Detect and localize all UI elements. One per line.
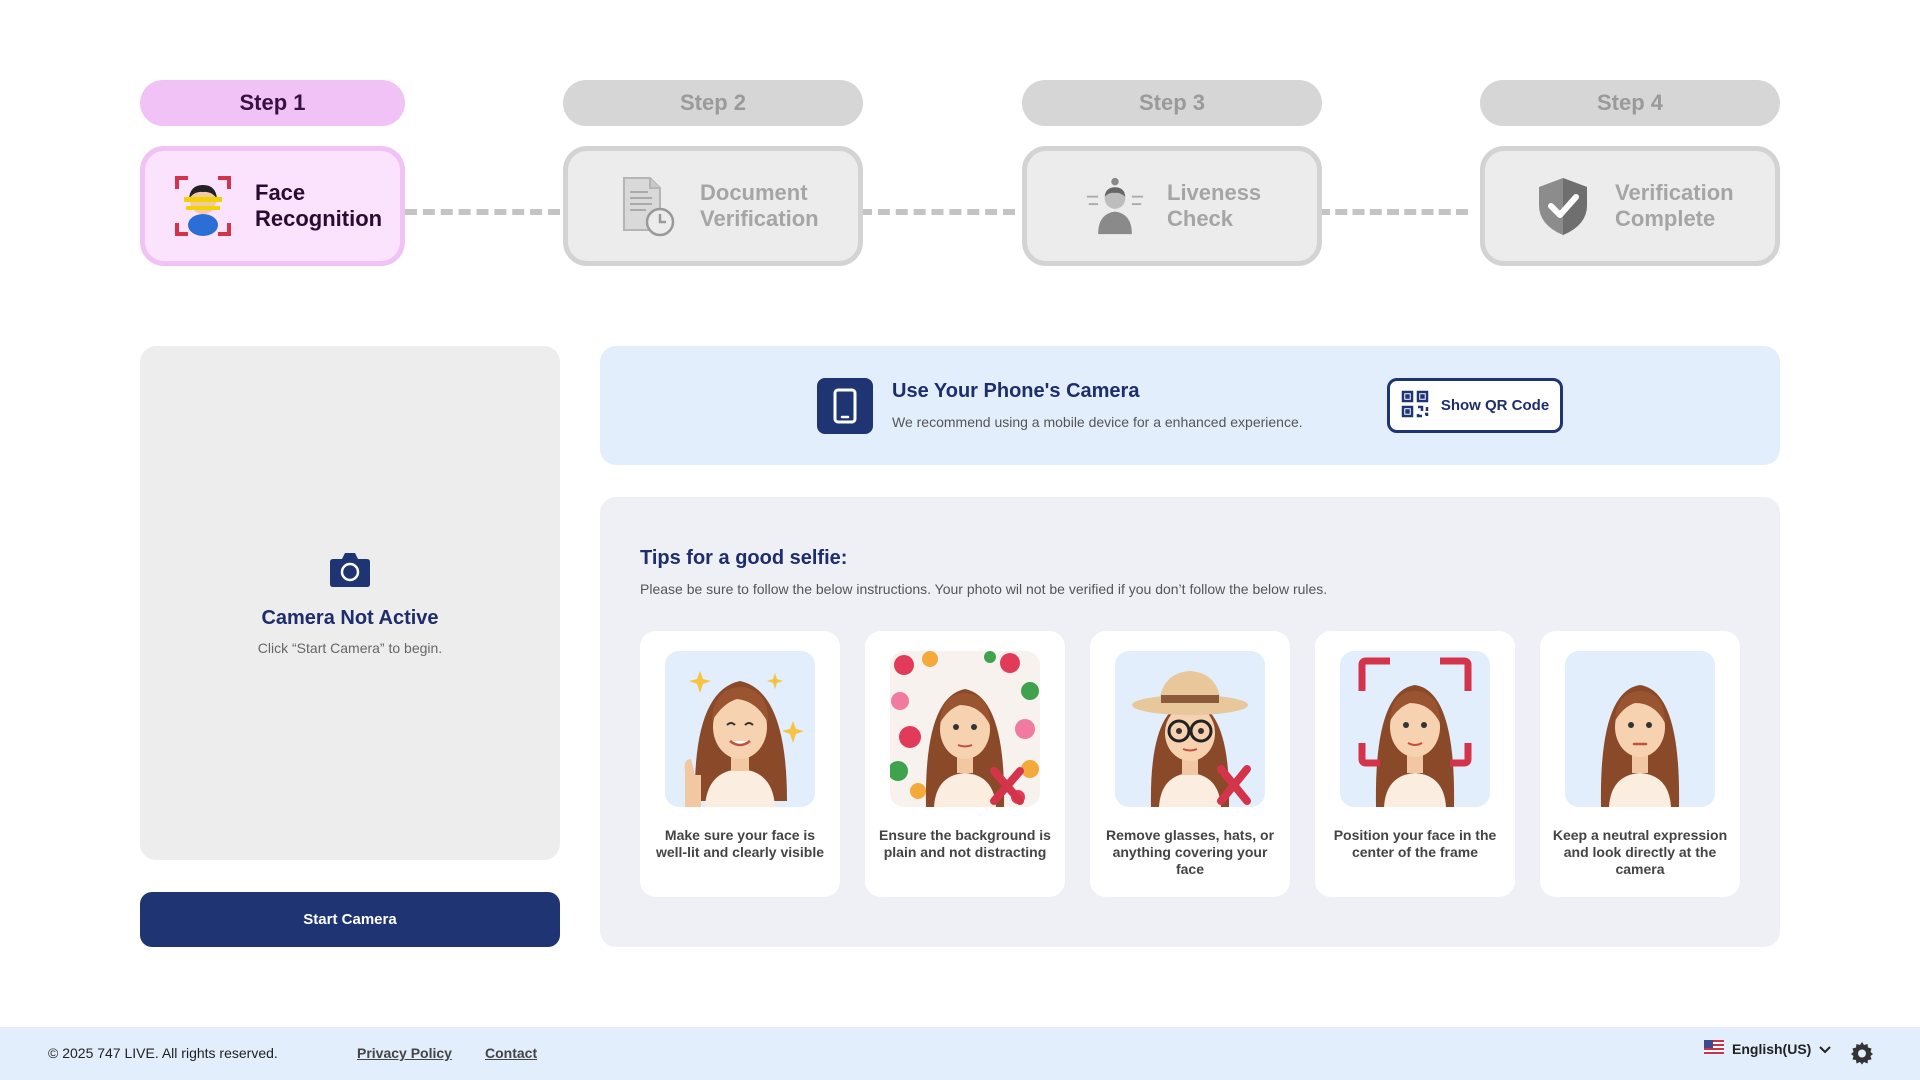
tip-card: Remove glasses, hats, or anything coveri…	[1090, 631, 1290, 897]
tip-text: Position your face in the center of the …	[1333, 827, 1497, 860]
well-lit-selfie-image	[665, 651, 815, 807]
tip-card: Keep a neutral expression and look direc…	[1540, 631, 1740, 897]
phone-camera-banner: Use Your Phone's Camera We recommend usi…	[600, 346, 1780, 465]
person-motion-icon	[1085, 176, 1145, 236]
smartphone-icon	[817, 378, 873, 434]
face-scan-icon	[173, 176, 233, 236]
phone-banner-subtitle: We recommend using a mobile device for a…	[892, 414, 1303, 430]
step-1[interactable]: Step 1 Face Recognition	[140, 80, 405, 266]
contact-link[interactable]: Contact	[485, 1045, 537, 1061]
tip-text: Ensure the background is plain and not d…	[879, 827, 1051, 860]
step-pill: Step 4	[1480, 80, 1780, 126]
tip-card: Position your face in the center of the …	[1315, 631, 1515, 897]
tip-card: Make sure your face is well-lit and clea…	[640, 631, 840, 897]
tip-text: Remove glasses, hats, or anything coveri…	[1105, 827, 1275, 877]
centered-frame-selfie-image	[1340, 651, 1490, 807]
step-card: Liveness Check	[1022, 146, 1322, 266]
us-flag-icon	[1704, 1040, 1724, 1057]
neutral-expression-selfie-image	[1565, 651, 1715, 807]
step-connector	[1318, 209, 1468, 215]
step-pill: Step 1	[140, 80, 405, 126]
camera-status-title: Camera Not Active	[261, 607, 439, 629]
document-clock-icon	[618, 176, 678, 237]
camera-status-hint: Click “Start Camera” to begin.	[257, 640, 443, 656]
camera-icon	[329, 550, 371, 593]
step-label: Face Recognition	[255, 180, 383, 231]
language-selector[interactable]: English(US)	[1704, 1040, 1832, 1057]
qr-button-label: Show QR Code	[1440, 397, 1550, 414]
start-camera-button[interactable]: Start Camera	[140, 892, 560, 947]
glasses-hat-selfie-image	[1115, 651, 1265, 807]
busy-background-selfie-image	[890, 651, 1040, 807]
privacy-policy-link[interactable]: Privacy Policy	[357, 1045, 452, 1061]
footer: © 2025 747 LIVE. All rights reserved. Pr…	[0, 1027, 1920, 1080]
shield-check-icon	[1533, 176, 1593, 236]
gear-icon[interactable]	[1850, 1041, 1874, 1068]
step-pill: Step 3	[1022, 80, 1322, 126]
phone-banner-title: Use Your Phone's Camera	[892, 380, 1140, 402]
selfie-tips-panel: Tips for a good selfie: Please be sure t…	[600, 497, 1780, 947]
step-2[interactable]: Step 2 Document Verification	[563, 80, 863, 266]
step-tracker: Step 1 Face Recognition Step 2 Document …	[140, 80, 1780, 266]
show-qr-code-button[interactable]: Show QR Code	[1387, 378, 1563, 433]
tips-title: Tips for a good selfie:	[640, 547, 848, 569]
step-pill: Step 2	[563, 80, 863, 126]
tip-text: Keep a neutral expression and look direc…	[1552, 827, 1728, 877]
chevron-down-icon	[1819, 1041, 1832, 1057]
tip-card: Ensure the background is plain and not d…	[865, 631, 1065, 897]
step-label: Document Verification	[700, 180, 819, 231]
step-card: Document Verification	[563, 146, 863, 266]
qr-code-icon	[1401, 390, 1429, 422]
step-label: Liveness Check	[1167, 180, 1262, 231]
copyright-text: © 2025 747 LIVE. All rights reserved.	[48, 1045, 278, 1061]
step-connector	[860, 209, 1015, 215]
step-3[interactable]: Step 3 Liveness Check	[1022, 80, 1322, 266]
step-label: Verification Complete	[1615, 180, 1734, 231]
step-4[interactable]: Step 4 Verification Complete	[1480, 80, 1780, 266]
step-connector	[405, 209, 560, 215]
camera-preview: Camera Not Active Click “Start Camera” t…	[140, 346, 560, 860]
tip-text: Make sure your face is well-lit and clea…	[655, 827, 825, 860]
step-card: Verification Complete	[1480, 146, 1780, 266]
language-label: English(US)	[1732, 1040, 1812, 1057]
step-card: Face Recognition	[140, 146, 405, 266]
tips-subtitle: Please be sure to follow the below instr…	[640, 581, 1328, 597]
